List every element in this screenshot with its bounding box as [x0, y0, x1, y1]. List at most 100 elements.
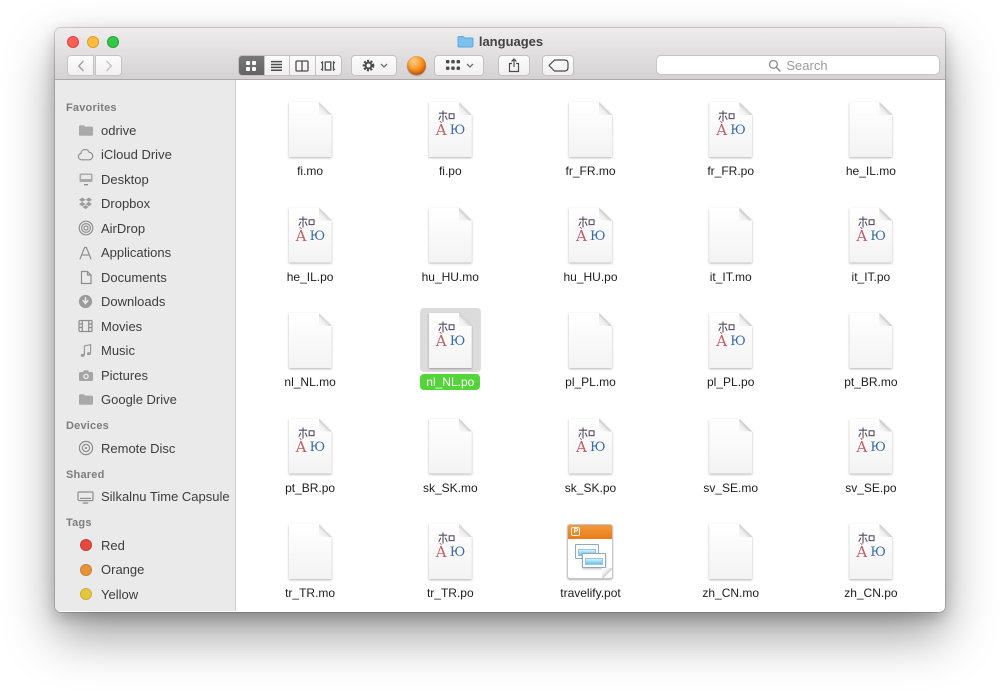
file-name-label: fi.po	[433, 163, 468, 179]
sidebar-item-orange[interactable]: Orange	[55, 558, 235, 583]
view-mode-coverflow-view[interactable]	[316, 56, 341, 75]
tag-dot	[77, 610, 94, 611]
file-item-pt_BR.mo[interactable]: pt_BR.mo	[801, 302, 941, 408]
file-item-zh_CN.po[interactable]: ÀЮzh_CN.po	[801, 513, 941, 611]
cyrillic-glyph: Ю	[730, 124, 746, 137]
page-title: languages	[479, 34, 543, 49]
sidebar-item-dropbox[interactable]: Dropbox	[55, 192, 235, 217]
sidebar-item-documents[interactable]: Documents	[55, 265, 235, 290]
sidebar-item-silkalnu-time-capsule[interactable]: Silkalnu Time Capsule	[55, 485, 235, 510]
file-item-it_IT.po[interactable]: ÀЮit_IT.po	[801, 197, 941, 303]
icon-backdrop	[700, 519, 761, 583]
window-body: FavoritesodriveiCloud DriveDesktopDropbo…	[55, 80, 945, 611]
share-button[interactable]	[498, 55, 530, 76]
chevron-down-icon	[466, 63, 474, 68]
file-item-pl_PL.mo[interactable]: pl_PL.mo	[520, 302, 660, 408]
file-item-nl_NL.po[interactable]: ÀЮnl_NL.po	[380, 302, 520, 408]
file-item-it_IT.mo[interactable]: it_IT.mo	[661, 197, 801, 303]
blank-document-icon	[709, 419, 752, 474]
po-document-icon: ÀЮ	[849, 524, 892, 579]
sidebar-item-icloud-drive[interactable]: iCloud Drive	[55, 143, 235, 168]
cjk-glyph	[578, 216, 595, 228]
file-item-pt_BR.po[interactable]: ÀЮpt_BR.po	[240, 408, 380, 514]
po-document-icon: ÀЮ	[429, 102, 472, 157]
chevron-right-icon	[104, 60, 114, 72]
icon-backdrop	[700, 203, 761, 267]
icon-backdrop: ÀЮ	[840, 203, 901, 267]
sidebar-item-music[interactable]: Music	[55, 339, 235, 364]
search-icon	[768, 59, 781, 72]
file-name-label: nl_NL.mo	[278, 374, 341, 390]
cyrillic-glyph: Ю	[450, 335, 466, 348]
icon-backdrop: ÀЮ	[280, 414, 341, 478]
selected-icon-backdrop: ÀЮ	[420, 308, 481, 372]
airdrop-icon	[77, 220, 94, 237]
sidebar-item-label: Red	[101, 538, 125, 553]
icon-backdrop: P	[558, 519, 622, 583]
file-item-fi.po[interactable]: ÀЮ fi.po	[380, 91, 520, 197]
file-item-sv_SE.po[interactable]: ÀЮsv_SE.po	[801, 408, 941, 514]
file-item-hu_HU.po[interactable]: ÀЮhu_HU.po	[520, 197, 660, 303]
file-item-pl_PL.po[interactable]: ÀЮpl_PL.po	[661, 302, 801, 408]
sidebar-item-applications[interactable]: Applications	[55, 241, 235, 266]
cyrillic-glyph: Ю	[870, 546, 886, 559]
cyrillic-glyph: Ю	[590, 230, 606, 243]
latin-glyph: À	[716, 334, 727, 349]
forward-button[interactable]	[95, 55, 122, 76]
po-document-icon: ÀЮ	[709, 313, 752, 368]
back-button[interactable]	[67, 55, 94, 76]
sidebar-item-airdrop[interactable]: AirDrop	[55, 216, 235, 241]
file-item-zh_CN.mo[interactable]: zh_CN.mo	[661, 513, 801, 611]
icon-backdrop	[280, 97, 341, 161]
sidebar-item-pictures[interactable]: Pictures	[55, 363, 235, 388]
sidebar-item-google-drive[interactable]: Google Drive	[55, 388, 235, 413]
file-item-tr_TR.mo[interactable]: tr_TR.mo	[240, 513, 380, 611]
file-name-label: sv_SE.mo	[697, 480, 764, 496]
view-mode-icon-view[interactable]	[239, 56, 265, 75]
sidebar-item-yellow[interactable]: Yellow	[55, 582, 235, 607]
file-item-nl_NL.mo[interactable]: nl_NL.mo	[240, 302, 380, 408]
po-document-icon: ÀЮ	[849, 419, 892, 474]
sidebar-section-header: Devices	[55, 412, 235, 436]
file-item-fi.mo[interactable]: fi.mo	[240, 91, 380, 197]
cjk-glyph	[858, 427, 875, 439]
sidebar-item-desktop[interactable]: Desktop	[55, 167, 235, 192]
display-icon	[77, 488, 94, 505]
file-item-fr_FR.po[interactable]: ÀЮfr_FR.po	[661, 91, 801, 197]
icon-backdrop: ÀЮ	[560, 414, 621, 478]
po-document-icon: ÀЮ	[429, 524, 472, 579]
sidebar-item-odrive[interactable]: odrive	[55, 118, 235, 143]
file-item-sv_SE.mo[interactable]: sv_SE.mo	[661, 408, 801, 514]
title-bar[interactable]: languages	[55, 28, 945, 54]
icon-backdrop: ÀЮ	[420, 97, 481, 161]
file-item-travelify.pot[interactable]: Ptravelify.pot	[520, 513, 660, 611]
view-mode-column-view[interactable]	[290, 56, 316, 75]
blank-document-icon	[709, 524, 752, 579]
action-menu-button[interactable]	[351, 55, 397, 76]
file-item-tr_TR.po[interactable]: ÀЮtr_TR.po	[380, 513, 520, 611]
sidebar-item-downloads[interactable]: Downloads	[55, 290, 235, 315]
file-item-he_IL.po[interactable]: ÀЮhe_IL.po	[240, 197, 380, 303]
file-item-sk_SK.po[interactable]: ÀЮsk_SK.po	[520, 408, 660, 514]
file-item-sk_SK.mo[interactable]: sk_SK.mo	[380, 408, 520, 514]
tag-button[interactable]	[542, 55, 574, 76]
icon-backdrop: ÀЮ	[560, 203, 621, 267]
icon-backdrop	[840, 308, 901, 372]
cyrillic-glyph: Ю	[450, 546, 466, 559]
odrive-toolbar-button[interactable]	[404, 55, 428, 76]
sidebar-item-remote-disc[interactable]: Remote Disc	[55, 436, 235, 461]
sidebar-item-movies[interactable]: Movies	[55, 314, 235, 339]
powerpoint-template-icon: P	[567, 524, 613, 579]
latin-glyph: À	[436, 545, 447, 560]
arrange-menu-button[interactable]	[434, 55, 484, 76]
icon-backdrop	[560, 308, 621, 372]
file-item-he_IL.mo[interactable]: he_IL.mo	[801, 91, 941, 197]
view-mode-list-view[interactable]	[265, 56, 291, 75]
file-item-fr_FR.mo[interactable]: fr_FR.mo	[520, 91, 660, 197]
sidebar-item-red[interactable]: Red	[55, 533, 235, 558]
sidebar-item-green[interactable]: Green	[55, 607, 235, 612]
search-input[interactable]: Search	[656, 55, 940, 75]
icon-backdrop: ÀЮ	[700, 308, 761, 372]
file-item-hu_HU.mo[interactable]: hu_HU.mo	[380, 197, 520, 303]
icon-backdrop	[840, 97, 901, 161]
